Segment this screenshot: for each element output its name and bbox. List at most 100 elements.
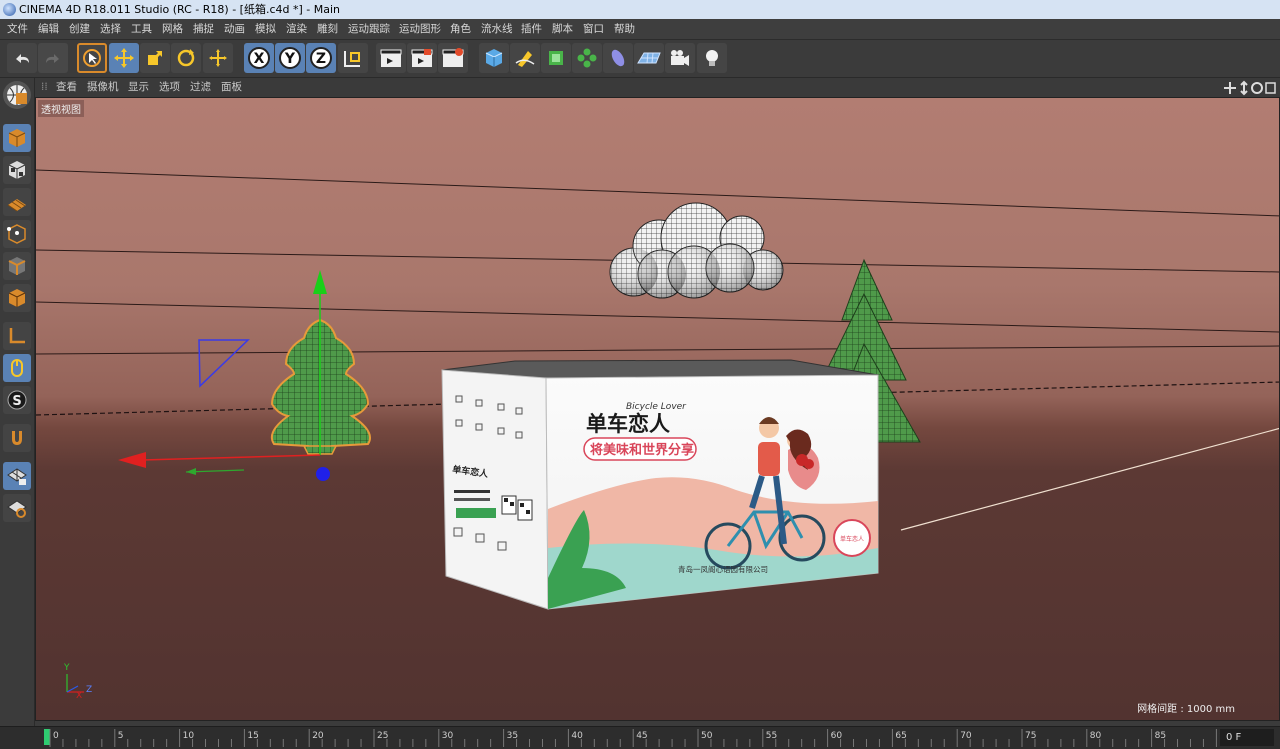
model-mode-button[interactable]: [3, 124, 31, 152]
menu-motion-tracking[interactable]: 运动跟踪: [348, 19, 390, 39]
viewport-maximize-icon[interactable]: [1265, 82, 1276, 94]
menu-simulate[interactable]: 模拟: [255, 19, 276, 39]
texture-mode-button[interactable]: [3, 156, 31, 184]
viewport-rotate-icon[interactable]: [1251, 82, 1263, 94]
rotate-icon: [177, 49, 195, 67]
tweak-mode-button[interactable]: [3, 354, 31, 382]
menu-create[interactable]: 创建: [69, 19, 90, 39]
viewport-nav-controls[interactable]: [1224, 80, 1276, 96]
polygons-mode-button[interactable]: [3, 284, 31, 312]
viewport-pan-icon[interactable]: [1224, 82, 1236, 94]
carton-box-object[interactable]: Bicycle Lover 单车恋人 将美味和世界分享 单车恋人 青岛一凤阁心语…: [441, 359, 879, 610]
floor-icon: [637, 52, 661, 64]
render-settings-button[interactable]: [438, 43, 468, 73]
menu-pipeline[interactable]: 流水线: [481, 19, 513, 39]
add-floor-button[interactable]: [634, 43, 664, 73]
deformer-icon: [611, 49, 625, 67]
coordinate-system-button[interactable]: [338, 43, 368, 73]
viewport-menu-display[interactable]: 显示: [128, 78, 149, 97]
menu-snap[interactable]: 捕捉: [193, 19, 214, 39]
menu-character[interactable]: 角色: [450, 19, 471, 39]
menu-help[interactable]: 帮助: [614, 19, 635, 39]
y-axis-lock-button[interactable]: Y: [275, 43, 305, 73]
solo-mode-button[interactable]: S: [3, 386, 31, 414]
model-cube-icon: [8, 129, 26, 147]
current-frame-field[interactable]: 0 F: [1220, 729, 1274, 746]
menu-animate[interactable]: 动画: [224, 19, 245, 39]
box-company: 青岛一凤阁心语园有限公司: [678, 564, 768, 574]
grid-anchor-icon: [7, 500, 27, 518]
undo-button[interactable]: [7, 43, 37, 73]
viewport-menu-view[interactable]: 查看: [56, 78, 77, 97]
timeline-bar[interactable]: 051015202530354045505560657075808590 0 F: [0, 726, 1280, 749]
clapper-gear-icon: [442, 48, 464, 67]
workplane-lock-button[interactable]: [3, 462, 31, 490]
z-axis-lock-button[interactable]: Z: [306, 43, 336, 73]
grid-lock-icon: [7, 468, 27, 485]
menu-script[interactable]: 脚本: [552, 19, 573, 39]
box-brand-title: 单车恋人: [586, 412, 670, 436]
viewport-menu-filter[interactable]: 过滤: [190, 78, 211, 97]
viewport-menu-camera[interactable]: 摄像机: [87, 78, 119, 97]
add-spline-button[interactable]: [510, 43, 540, 73]
scale-tool-button[interactable]: [140, 43, 170, 73]
timeline-playhead[interactable]: [44, 729, 50, 745]
viewport-menu-options[interactable]: 选项: [159, 78, 180, 97]
scale-icon: [148, 51, 162, 65]
menu-select[interactable]: 选择: [100, 19, 121, 39]
timeline-tick-label: 50: [701, 731, 713, 741]
mouse-icon: [11, 359, 23, 377]
selected-tree-object[interactable]: [270, 318, 371, 455]
add-generator-button[interactable]: [541, 43, 571, 73]
menu-file[interactable]: 文件: [7, 19, 28, 39]
snap-toggle-button[interactable]: [3, 424, 31, 452]
add-light-button[interactable]: [697, 43, 727, 73]
axis-icon: [9, 328, 25, 344]
menu-edit[interactable]: 编辑: [38, 19, 59, 39]
menu-mesh[interactable]: 网格: [162, 19, 183, 39]
live-selection-button[interactable]: [77, 43, 107, 73]
svg-text:Y: Y: [284, 51, 296, 67]
perspective-viewport[interactable]: Bicycle Lover 单车恋人 将美味和世界分享 单车恋人 青岛一凤阁心语…: [35, 97, 1280, 721]
make-editable-button[interactable]: [3, 81, 31, 109]
render-view-button[interactable]: [376, 43, 406, 73]
menu-window[interactable]: 窗口: [583, 19, 604, 39]
timeline-tick-label: 45: [636, 731, 647, 741]
cursor-icon: [83, 49, 101, 67]
render-to-picture-viewer-button[interactable]: [407, 43, 437, 73]
transform-tool-button[interactable]: [203, 43, 233, 73]
svg-text:Y: Y: [63, 663, 70, 673]
workplane-mode-button[interactable]: [3, 188, 31, 216]
timeline-ruler[interactable]: 051015202530354045505560657075808590: [0, 727, 1220, 749]
timeline-tick-label: 85: [1155, 731, 1166, 741]
pen-icon: [515, 51, 535, 67]
box-english-title: Bicycle Lover: [626, 402, 687, 412]
menu-plugins[interactable]: 插件: [521, 19, 542, 39]
menu-mograph[interactable]: 运动图形: [399, 19, 441, 39]
axis-mode-button[interactable]: [3, 322, 31, 350]
add-deformer-button[interactable]: [603, 43, 633, 73]
title-bar: CINEMA 4D R18.011 Studio (RC - R18) - [纸…: [0, 0, 1280, 19]
rotate-tool-button[interactable]: [171, 43, 201, 73]
cloud-object[interactable]: [609, 202, 784, 299]
points-mode-button[interactable]: [3, 220, 31, 248]
menu-render[interactable]: 渲染: [286, 19, 307, 39]
viewport-zoom-icon[interactable]: [1240, 80, 1248, 96]
viewport-menu-panel[interactable]: 面板: [221, 78, 242, 97]
add-camera-button[interactable]: [665, 43, 695, 73]
redo-icon: [46, 54, 59, 63]
edges-mode-button[interactable]: [3, 252, 31, 280]
menu-sculpt[interactable]: 雕刻: [317, 19, 338, 39]
add-array-button[interactable]: [572, 43, 602, 73]
polygons-cube-icon: [8, 289, 26, 307]
menu-tools[interactable]: 工具: [131, 19, 152, 39]
redo-button[interactable]: [38, 43, 68, 73]
svg-text:S: S: [12, 394, 21, 409]
move-tool-button[interactable]: [109, 43, 139, 73]
viewport-scene: Bicycle Lover 单车恋人 将美味和世界分享 单车恋人 青岛一凤阁心语…: [36, 169, 1279, 701]
add-cube-button[interactable]: [479, 43, 509, 73]
texture-cube-icon: [8, 161, 26, 179]
planar-workplane-button[interactable]: [3, 494, 31, 522]
clapper-picture-icon: [411, 49, 433, 67]
x-axis-lock-button[interactable]: X: [244, 43, 274, 73]
